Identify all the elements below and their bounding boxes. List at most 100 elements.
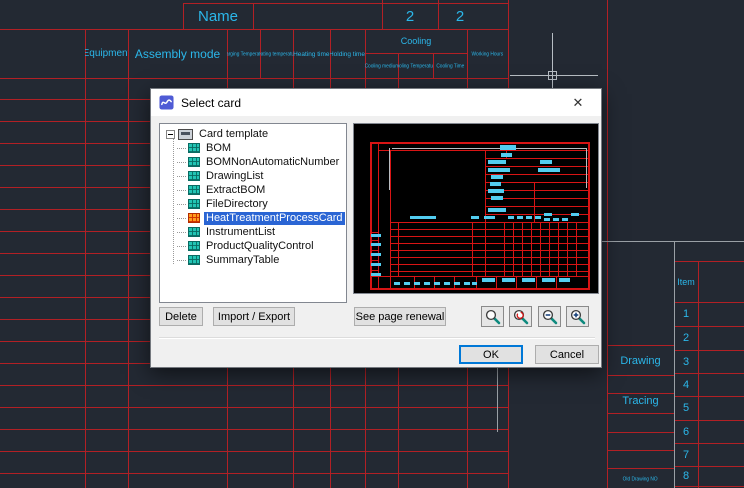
- preview-element: [370, 240, 378, 241]
- tree-item-label: HeatTreatmentProcessCard: [204, 212, 345, 225]
- preview-element: [485, 222, 486, 276]
- preview-element: [414, 282, 420, 285]
- preview-element: [370, 270, 378, 271]
- card-icon: [188, 185, 200, 195]
- tree-collapse-icon[interactable]: [166, 130, 175, 139]
- tree-item-extractbom[interactable]: ExtractBOM: [164, 183, 346, 197]
- preview-element: [491, 175, 503, 179]
- preview-element: [562, 218, 568, 221]
- magnifier-plus-icon: [569, 308, 586, 325]
- preview-element: [484, 216, 495, 219]
- card-icon: [188, 199, 200, 209]
- ok-button[interactable]: OK: [459, 345, 523, 364]
- preview-element: [444, 282, 450, 285]
- preview-element: [559, 278, 570, 282]
- preview-element: [390, 222, 590, 223]
- magnifier-minus-icon: [541, 308, 558, 325]
- preview-element: [556, 276, 557, 290]
- preview-element: [464, 282, 470, 285]
- preview-element: [394, 282, 400, 285]
- tree-item-filedirectory[interactable]: FileDirectory: [164, 197, 346, 211]
- preview-element: [390, 236, 590, 237]
- tree-item-label: ExtractBOM: [204, 184, 267, 197]
- tree-item-heattreatmentprocesscard-selected[interactable]: HeatTreatmentProcessCard: [164, 211, 346, 225]
- close-icon[interactable]: ✕: [563, 91, 593, 114]
- preview-element: [390, 243, 590, 244]
- preview-element: [471, 216, 479, 219]
- preview-element: [485, 166, 590, 167]
- preview-element: [370, 260, 378, 261]
- preview-element: [500, 145, 516, 150]
- preview-element: [371, 253, 381, 256]
- tree-item-bomnonautomaticnumber[interactable]: BOMNonAutomaticNumber: [164, 155, 346, 169]
- card-icon: [188, 157, 200, 167]
- preview-element: [371, 263, 381, 266]
- tree-item-instrumentlist[interactable]: InstrumentList: [164, 225, 346, 239]
- preview-element: [488, 208, 506, 212]
- preview-element: [496, 276, 497, 290]
- preview-element: [488, 160, 506, 164]
- card-template-tree-panel[interactable]: Card template BOM BOMNonAutomaticNumber …: [159, 123, 347, 303]
- preview-element: [571, 213, 579, 216]
- zoom-out-button[interactable]: [538, 306, 561, 327]
- preview-element: [540, 222, 541, 276]
- card-preview-panel[interactable]: [353, 123, 599, 294]
- preview-element: [491, 196, 503, 200]
- preview-element: [567, 222, 568, 276]
- cancel-button[interactable]: Cancel: [535, 345, 599, 364]
- tree-item-label: InstrumentList: [204, 226, 277, 239]
- crosshair-pickbox: [548, 71, 557, 80]
- magnifier-icon: [484, 308, 501, 325]
- tree-item-summarytable[interactable]: SummaryTable: [164, 253, 346, 267]
- card-icon: [188, 171, 200, 181]
- preview-element: [576, 222, 577, 276]
- preview-element: [454, 282, 460, 285]
- tree-item-productqualitycontrol[interactable]: ProductQualityControl: [164, 239, 346, 253]
- tree-item-bom[interactable]: BOM: [164, 141, 346, 155]
- import-export-button[interactable]: Import / Export: [213, 307, 295, 326]
- preview-element: [390, 250, 590, 251]
- preview-element: [549, 222, 550, 276]
- preview-element: [488, 168, 510, 172]
- preview-element: [502, 278, 515, 282]
- preview-element: [472, 282, 477, 285]
- preview-element: [370, 250, 378, 251]
- dialog-titlebar[interactable]: Select card ✕: [151, 89, 601, 116]
- preview-element: [371, 243, 381, 246]
- preview-element: [398, 222, 399, 276]
- preview-element: [370, 276, 590, 277]
- card-icon: [188, 241, 200, 251]
- zoom-refresh-button[interactable]: [509, 306, 532, 327]
- tree-item-label: BOM: [204, 142, 233, 155]
- tree-item-label: ProductQualityControl: [204, 240, 316, 253]
- delete-button[interactable]: Delete: [159, 307, 203, 326]
- preview-canvas: [354, 124, 598, 293]
- see-page-renewal-button[interactable]: See page renewal: [354, 307, 446, 326]
- tree-item-label: SummaryTable: [204, 254, 281, 267]
- preview-element: [485, 206, 590, 207]
- tree-item-label: FileDirectory: [204, 198, 270, 211]
- preview-element: [522, 222, 523, 276]
- preview-element: [540, 160, 552, 164]
- preview-element: [535, 216, 541, 219]
- preview-element: [390, 271, 590, 272]
- preview-element: [392, 148, 586, 149]
- preview-element: [508, 216, 514, 219]
- tree-root-card-template[interactable]: Card template: [164, 127, 346, 141]
- dialog-title: Select card: [181, 96, 241, 110]
- tree-branch-line: [177, 246, 186, 247]
- magnifier-refresh-icon: [512, 308, 529, 325]
- tree-item-label: DrawingList: [204, 170, 265, 183]
- preview-element: [390, 257, 590, 258]
- card-icon: [188, 143, 200, 153]
- tree-branch-line: [177, 190, 186, 191]
- preview-element: [513, 222, 514, 276]
- zoom-in-button[interactable]: [566, 306, 589, 327]
- preview-element: [482, 278, 495, 282]
- cad-application-canvas: Name 2 2 Equipment Assembly mode Chargin…: [0, 0, 744, 488]
- preview-element: [404, 282, 410, 285]
- tree-item-drawinglist[interactable]: DrawingList: [164, 169, 346, 183]
- preview-element: [472, 222, 473, 276]
- tree-branch-line: [177, 218, 186, 219]
- zoom-window-button[interactable]: [481, 306, 504, 327]
